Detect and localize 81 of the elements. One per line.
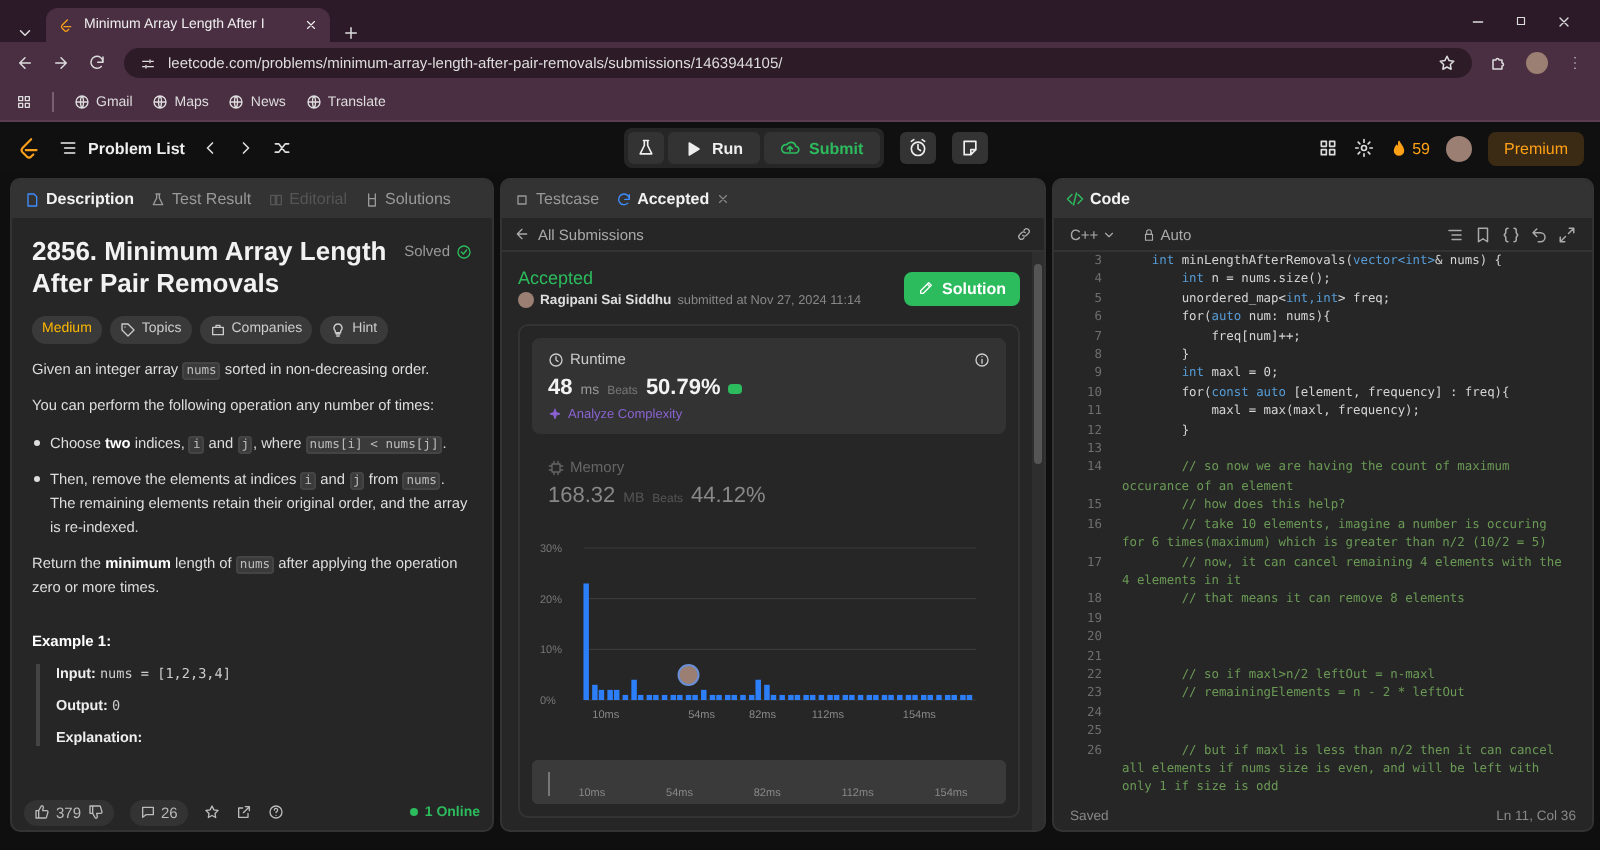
settings-icon[interactable] <box>1354 138 1375 158</box>
note-icon <box>959 138 980 158</box>
info-icon[interactable] <box>974 351 990 367</box>
timer-button[interactable] <box>899 132 936 164</box>
list-icon <box>58 138 78 158</box>
panel-tab[interactable]: Testcase <box>514 190 600 208</box>
topics-icon <box>119 321 136 337</box>
help-icon[interactable] <box>267 804 284 820</box>
tab-icon <box>150 191 167 207</box>
submit-button[interactable]: Submit <box>763 132 880 164</box>
alarm-clock-icon <box>907 138 928 158</box>
status-label: Accepted <box>518 268 596 288</box>
metric-value: 48 <box>548 376 573 400</box>
rank-icon <box>728 383 743 393</box>
site-logo-icon <box>58 17 74 33</box>
beats-percent: 44.12% <box>691 484 766 508</box>
run-button[interactable]: Run <box>667 132 759 164</box>
thumbs-down-icon <box>87 804 104 820</box>
problem-title: 2856. Minimum Array Length After Pair Removals <box>32 236 389 301</box>
tab-icon <box>267 191 284 207</box>
premium-button[interactable]: Premium <box>1488 131 1585 165</box>
flame-icon <box>1390 139 1409 157</box>
avatar[interactable] <box>1446 135 1472 161</box>
globe-icon <box>228 94 245 110</box>
cloud-upload-icon <box>779 138 799 158</box>
avatar <box>518 292 534 308</box>
shuffle-icon[interactable] <box>272 138 293 158</box>
link-icon[interactable] <box>1016 226 1032 242</box>
layout-grid-icon[interactable] <box>1318 138 1339 158</box>
notes-button[interactable] <box>951 132 988 164</box>
code-icon <box>1066 190 1084 208</box>
puzzle-icon[interactable] <box>1490 54 1508 72</box>
tab-icon <box>24 191 40 207</box>
metric-value: 168.32 <box>548 484 616 508</box>
problem-list-link[interactable]: Problem List <box>58 138 185 158</box>
tab-icon <box>363 191 379 207</box>
tab-icon <box>615 191 632 207</box>
reload-icon[interactable] <box>88 54 106 72</box>
panel-tab[interactable]: Solutions <box>363 190 451 208</box>
lock-icon <box>1142 227 1157 241</box>
tab-icon <box>514 191 530 207</box>
debug-button[interactable] <box>627 132 664 164</box>
beats-percent: 50.79% <box>645 376 721 400</box>
forward-icon[interactable] <box>52 54 70 72</box>
new-tab-icon[interactable] <box>342 24 360 42</box>
streak-counter[interactable]: 59 <box>1390 139 1430 157</box>
expand-icon[interactable] <box>1558 225 1576 243</box>
panel-tab[interactable]: Code <box>1066 190 1130 208</box>
clock-icon <box>548 351 564 367</box>
panel-tab[interactable]: Test Result <box>150 190 252 208</box>
histogram-bar <box>583 583 589 700</box>
braces-icon[interactable] <box>1502 225 1520 243</box>
bookmark-icon[interactable] <box>1474 225 1492 243</box>
format-icon[interactable] <box>1446 225 1464 243</box>
avatar[interactable] <box>1526 52 1548 74</box>
globe-icon <box>152 94 169 110</box>
play-icon <box>683 139 702 157</box>
hint-icon <box>330 321 347 337</box>
apps-grid-icon[interactable] <box>16 94 32 110</box>
companies-icon <box>209 321 226 337</box>
scrollbar[interactable] <box>1032 252 1044 830</box>
undo-icon[interactable] <box>1530 225 1548 243</box>
dropdown-icon[interactable] <box>16 24 34 42</box>
globe-icon <box>74 94 90 110</box>
logo-icon[interactable] <box>16 135 42 161</box>
chevron-down-icon <box>1102 227 1117 241</box>
avatar-marker <box>677 663 700 686</box>
thumbs-up-icon <box>34 804 50 820</box>
sparkle-icon <box>548 408 562 422</box>
maximize-icon[interactable] <box>1514 13 1528 27</box>
chip-icon <box>548 459 564 475</box>
back-icon[interactable] <box>514 226 530 242</box>
star-icon[interactable] <box>1438 54 1456 72</box>
globe-icon <box>305 94 322 110</box>
edit-icon <box>918 280 934 296</box>
star-icon[interactable] <box>203 804 220 820</box>
comment-icon <box>139 804 156 820</box>
site-info-icon <box>140 55 156 71</box>
panel-tab[interactable]: Description <box>24 190 135 208</box>
panel-tab[interactable]: Accepted <box>615 190 730 208</box>
share-icon[interactable] <box>235 804 252 820</box>
